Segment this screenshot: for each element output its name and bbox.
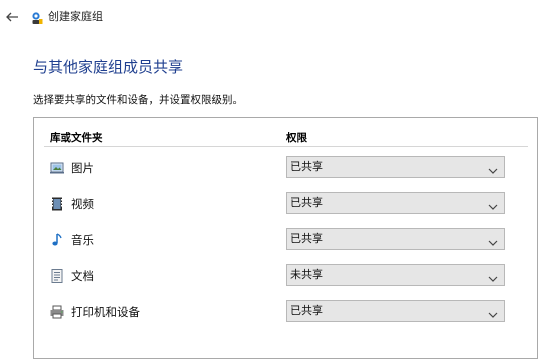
permission-value: 未共享 xyxy=(290,268,323,281)
chevron-down-icon xyxy=(488,269,498,282)
page-description: 选择要共享的文件和设备，并设置权限级别。 xyxy=(33,94,243,106)
printer-icon xyxy=(49,304,65,320)
permission-select-documents[interactable]: 未共享 xyxy=(286,264,505,286)
permission-value: 已共享 xyxy=(290,160,323,173)
pictures-icon xyxy=(49,160,65,176)
library-label: 图片 xyxy=(71,161,94,175)
videos-icon xyxy=(49,196,65,212)
library-label: 文档 xyxy=(71,269,94,283)
permission-select-printers[interactable]: 已共享 xyxy=(286,300,505,322)
sharing-panel: 库或文件夹 权限 图片 已共享 视频 已共享 音乐 已共享 文档 未共享 打印机… xyxy=(33,117,538,359)
homegroup-icon xyxy=(30,10,44,24)
library-label: 视频 xyxy=(71,197,94,211)
library-row-printers: 打印机和设备 已共享 xyxy=(34,299,537,325)
header-divider xyxy=(44,146,528,147)
permission-value: 已共享 xyxy=(290,196,323,209)
page-heading: 与其他家庭组成员共享 xyxy=(33,58,184,76)
library-row-pictures: 图片 已共享 xyxy=(34,155,537,181)
permission-select-videos[interactable]: 已共享 xyxy=(286,192,505,214)
chevron-down-icon xyxy=(488,305,498,318)
window-title: 创建家庭组 xyxy=(48,10,103,23)
column-header-library: 库或文件夹 xyxy=(50,132,103,144)
library-row-videos: 视频 已共享 xyxy=(34,191,537,217)
permission-value: 已共享 xyxy=(290,232,323,245)
music-icon xyxy=(49,232,65,248)
permission-select-pictures[interactable]: 已共享 xyxy=(286,156,505,178)
column-header-permission: 权限 xyxy=(286,132,307,144)
library-label: 打印机和设备 xyxy=(71,305,140,319)
chevron-down-icon xyxy=(488,161,498,174)
title-bar: 创建家庭组 xyxy=(0,0,550,38)
library-row-music: 音乐 已共享 xyxy=(34,227,537,253)
permission-select-music[interactable]: 已共享 xyxy=(286,228,505,250)
permission-value: 已共享 xyxy=(290,304,323,317)
chevron-down-icon xyxy=(488,233,498,246)
library-label: 音乐 xyxy=(71,233,94,247)
back-arrow-icon[interactable] xyxy=(4,9,20,25)
library-row-documents: 文档 未共享 xyxy=(34,263,537,289)
chevron-down-icon xyxy=(488,197,498,210)
documents-icon xyxy=(49,268,65,284)
